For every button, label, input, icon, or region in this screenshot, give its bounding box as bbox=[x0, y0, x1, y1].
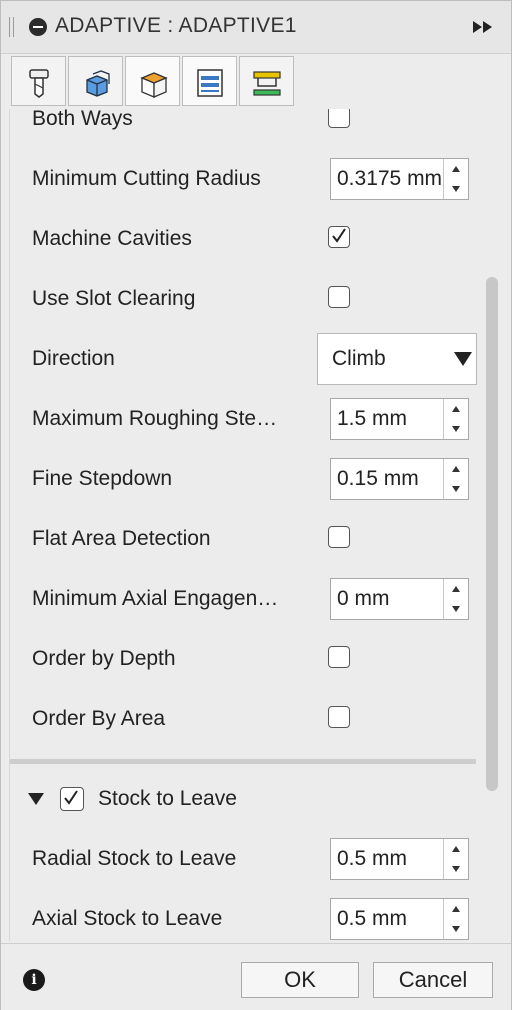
linking-icon bbox=[253, 71, 281, 96]
fine-stepdown-label: Fine Stepdown bbox=[32, 467, 173, 490]
spin-up-icon[interactable] bbox=[444, 899, 468, 919]
tab-passes[interactable] bbox=[182, 56, 237, 106]
checkmark-icon bbox=[332, 228, 346, 243]
drag-grip-icon[interactable] bbox=[9, 17, 15, 37]
maximum-roughing-stepdown-field[interactable]: 1.5 mm bbox=[330, 398, 469, 440]
title-bar[interactable]: ADAPTIVE : ADAPTIVE1 bbox=[1, 1, 511, 54]
row-radial-stock-to-leave: Radial Stock to Leave 0.5 mm bbox=[10, 829, 484, 889]
axial-stock-to-leave-value[interactable]: 0.5 mm bbox=[337, 899, 441, 939]
heights-box-icon bbox=[140, 72, 168, 98]
machine-cavities-checkbox[interactable] bbox=[328, 226, 350, 248]
radial-stock-to-leave-value[interactable]: 0.5 mm bbox=[337, 839, 441, 879]
tab-geometry[interactable] bbox=[68, 56, 123, 106]
fine-stepdown-field[interactable]: 0.15 mm bbox=[330, 458, 469, 500]
row-use-slot-clearing: Use Slot Clearing bbox=[10, 269, 484, 329]
use-slot-clearing-checkbox[interactable] bbox=[328, 286, 350, 308]
row-minimum-axial-engagement: Minimum Axial Engagen… 0 mm bbox=[10, 569, 484, 629]
fast-forward-icon[interactable] bbox=[471, 19, 497, 35]
order-by-depth-checkbox[interactable] bbox=[328, 646, 350, 668]
minimum-axial-engagement-field[interactable]: 0 mm bbox=[330, 578, 469, 620]
row-axial-stock-to-leave: Axial Stock to Leave 0.5 mm bbox=[10, 889, 484, 941]
direction-value: Climb bbox=[332, 347, 386, 370]
scrollbar-thumb[interactable] bbox=[486, 277, 498, 791]
radial-stock-to-leave-field[interactable]: 0.5 mm bbox=[330, 838, 469, 880]
window-title: ADAPTIVE : ADAPTIVE1 bbox=[55, 14, 297, 37]
tab-linking[interactable] bbox=[239, 56, 294, 106]
spin-up-icon[interactable] bbox=[444, 399, 468, 419]
cancel-button[interactable]: Cancel bbox=[373, 962, 493, 998]
fine-stepdown-value[interactable]: 0.15 mm bbox=[337, 459, 441, 499]
spinner[interactable] bbox=[443, 459, 468, 499]
both-ways-checkbox[interactable] bbox=[328, 109, 350, 128]
spin-down-icon[interactable] bbox=[444, 419, 468, 439]
axial-stock-to-leave-field[interactable]: 0.5 mm bbox=[330, 898, 469, 940]
flat-area-detection-label: Flat Area Detection bbox=[32, 527, 211, 550]
spin-down-icon[interactable] bbox=[444, 599, 468, 619]
info-icon[interactable]: i bbox=[23, 969, 45, 991]
tab-tool[interactable] bbox=[11, 56, 66, 106]
row-minimum-cutting-radius: Minimum Cutting Radius 0.3175 mm bbox=[10, 149, 484, 209]
spin-up-icon[interactable] bbox=[444, 159, 468, 179]
spin-up-icon[interactable] bbox=[444, 839, 468, 859]
spin-down-icon[interactable] bbox=[444, 859, 468, 879]
dialog-footer: i OK Cancel bbox=[1, 943, 511, 1010]
stock-to-leave-label: Stock to Leave bbox=[98, 787, 237, 810]
spin-up-icon[interactable] bbox=[444, 459, 468, 479]
both-ways-label: Both Ways bbox=[32, 109, 133, 130]
ok-button[interactable]: OK bbox=[241, 962, 359, 998]
tab-bar bbox=[1, 54, 511, 108]
machine-cavities-label: Machine Cavities bbox=[32, 227, 192, 250]
order-by-depth-label: Order by Depth bbox=[32, 647, 176, 670]
dropdown-arrow-icon bbox=[454, 352, 472, 366]
direction-dropdown[interactable]: Climb bbox=[317, 333, 477, 385]
spinner[interactable] bbox=[443, 579, 468, 619]
flat-area-detection-checkbox[interactable] bbox=[328, 526, 350, 548]
row-machine-cavities: Machine Cavities bbox=[10, 209, 484, 269]
maximum-roughing-stepdown-value[interactable]: 1.5 mm bbox=[337, 399, 441, 439]
operation-panel: ADAPTIVE : ADAPTIVE1 Both Ways Minimum C… bbox=[0, 0, 512, 1010]
section-divider bbox=[10, 759, 476, 764]
direction-label: Direction bbox=[32, 347, 115, 370]
spin-down-icon[interactable] bbox=[444, 479, 468, 499]
parameters-scroll-area[interactable]: Both Ways Minimum Cutting Radius 0.3175 … bbox=[9, 109, 484, 941]
order-by-area-checkbox[interactable] bbox=[328, 706, 350, 728]
spin-down-icon[interactable] bbox=[444, 919, 468, 939]
row-maximum-roughing-stepdown: Maximum Roughing Ste… 1.5 mm bbox=[10, 389, 484, 449]
minimum-cutting-radius-value[interactable]: 0.3175 mm bbox=[337, 159, 441, 199]
tool-icon bbox=[29, 69, 49, 98]
row-fine-stepdown: Fine Stepdown 0.15 mm bbox=[10, 449, 484, 509]
spinner[interactable] bbox=[443, 899, 468, 939]
stock-to-leave-section-header[interactable]: Stock to Leave bbox=[10, 769, 484, 829]
collapse-triangle-icon[interactable] bbox=[28, 793, 44, 805]
row-direction: Direction Climb bbox=[10, 329, 484, 389]
minimum-axial-engagement-value[interactable]: 0 mm bbox=[337, 579, 441, 619]
row-both-ways: Both Ways bbox=[10, 109, 484, 149]
row-order-by-area: Order By Area bbox=[10, 689, 484, 749]
spinner[interactable] bbox=[443, 399, 468, 439]
minimum-cutting-radius-field[interactable]: 0.3175 mm bbox=[330, 158, 469, 200]
spin-up-icon[interactable] bbox=[444, 579, 468, 599]
row-flat-area-detection: Flat Area Detection bbox=[10, 509, 484, 569]
maximum-roughing-stepdown-label: Maximum Roughing Ste… bbox=[32, 407, 278, 430]
tab-heights[interactable] bbox=[125, 56, 180, 106]
passes-layers-icon bbox=[197, 69, 223, 97]
spin-down-icon[interactable] bbox=[444, 179, 468, 199]
use-slot-clearing-label: Use Slot Clearing bbox=[32, 287, 196, 310]
minimum-cutting-radius-label: Minimum Cutting Radius bbox=[32, 167, 261, 190]
spinner[interactable] bbox=[443, 839, 468, 879]
minimum-axial-engagement-label: Minimum Axial Engagen… bbox=[32, 587, 279, 610]
radial-stock-to-leave-label: Radial Stock to Leave bbox=[32, 847, 237, 870]
row-order-by-depth: Order by Depth bbox=[10, 629, 484, 689]
geometry-cube-icon bbox=[86, 70, 110, 97]
collapse-circle-icon[interactable] bbox=[29, 18, 47, 36]
axial-stock-to-leave-label: Axial Stock to Leave bbox=[32, 907, 223, 930]
checkmark-icon bbox=[64, 790, 78, 805]
spinner[interactable] bbox=[443, 159, 468, 199]
stock-to-leave-checkbox[interactable] bbox=[60, 787, 84, 811]
order-by-area-label: Order By Area bbox=[32, 707, 166, 730]
